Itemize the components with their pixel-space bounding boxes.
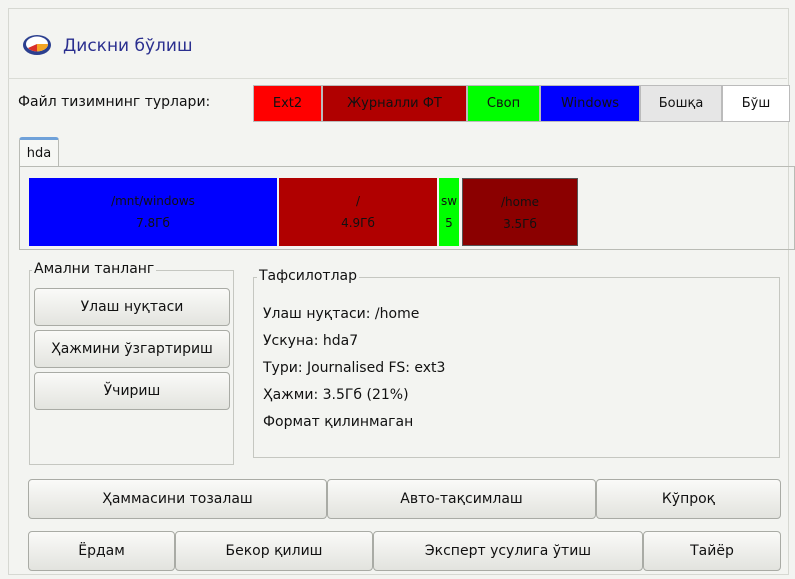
- partition-mount: /mnt/windows: [111, 194, 195, 208]
- detail-device: Ускуна: hda7: [263, 333, 359, 349]
- detail-format: Формат қилинмаган: [263, 414, 414, 430]
- actions-title: Амални танланг: [32, 261, 157, 277]
- fs-legend-ext2: Ext2: [253, 85, 322, 122]
- cancel-button[interactable]: Бекор қилиш: [175, 531, 373, 571]
- partition-size: 7.8Гб: [136, 216, 170, 230]
- partition-mount: /: [355, 194, 361, 208]
- partition-swap[interactable]: sw 5: [439, 178, 459, 246]
- partition-size: 5: [445, 216, 453, 230]
- details-title: Тафсилотлар: [257, 268, 359, 284]
- expert-mode-button[interactable]: Эксперт усулига ўтиш: [373, 531, 643, 571]
- auto-allocate-button[interactable]: Авто-тақсимлаш: [327, 479, 596, 519]
- page-title: Дискни бўлиш: [63, 36, 193, 56]
- partition-root[interactable]: / 4.9Гб: [279, 178, 437, 246]
- fs-legend-empty: Бўш: [722, 85, 790, 122]
- fs-legend-journaled: Журналли ФТ: [322, 85, 467, 122]
- fs-types-label: Файл тизимнинг турлари:: [18, 94, 211, 110]
- tab-hda[interactable]: hda: [19, 137, 59, 167]
- fs-legend-other: Бошқа: [640, 85, 722, 122]
- detail-type: Тури: Journalised FS: ext3: [263, 360, 446, 376]
- partition-mount: sw: [440, 194, 458, 208]
- detail-size: Ҳажми: 3.5Гб (21%): [263, 387, 409, 403]
- partition-mount: /home: [500, 195, 540, 209]
- partition-mnt-windows[interactable]: /mnt/windows 7.8Гб: [29, 178, 277, 246]
- partition-size: 4.9Гб: [341, 216, 375, 230]
- done-button[interactable]: Тайёр: [643, 531, 781, 571]
- disk-partition-icon: [23, 35, 51, 55]
- mount-point-button[interactable]: Улаш нуқтаси: [34, 288, 230, 326]
- resize-button[interactable]: Ҳажмини ўзгартириш: [34, 330, 230, 368]
- partition-size: 3.5Гб: [503, 217, 537, 231]
- help-button[interactable]: Ёрдам: [28, 531, 175, 571]
- partition-home[interactable]: /home 3.5Гб: [462, 178, 578, 246]
- delete-button[interactable]: Ўчириш: [34, 372, 230, 410]
- fs-legend-swap: Своп: [467, 85, 540, 122]
- detail-mount-point: Улаш нуқтаси: /home: [263, 306, 420, 322]
- clear-all-button[interactable]: Ҳаммасини тозалаш: [28, 479, 327, 519]
- more-button[interactable]: Кўпроқ: [596, 479, 781, 519]
- fs-legend-windows: Windows: [540, 85, 640, 122]
- header-bar: Дискни бўлиш: [8, 8, 787, 79]
